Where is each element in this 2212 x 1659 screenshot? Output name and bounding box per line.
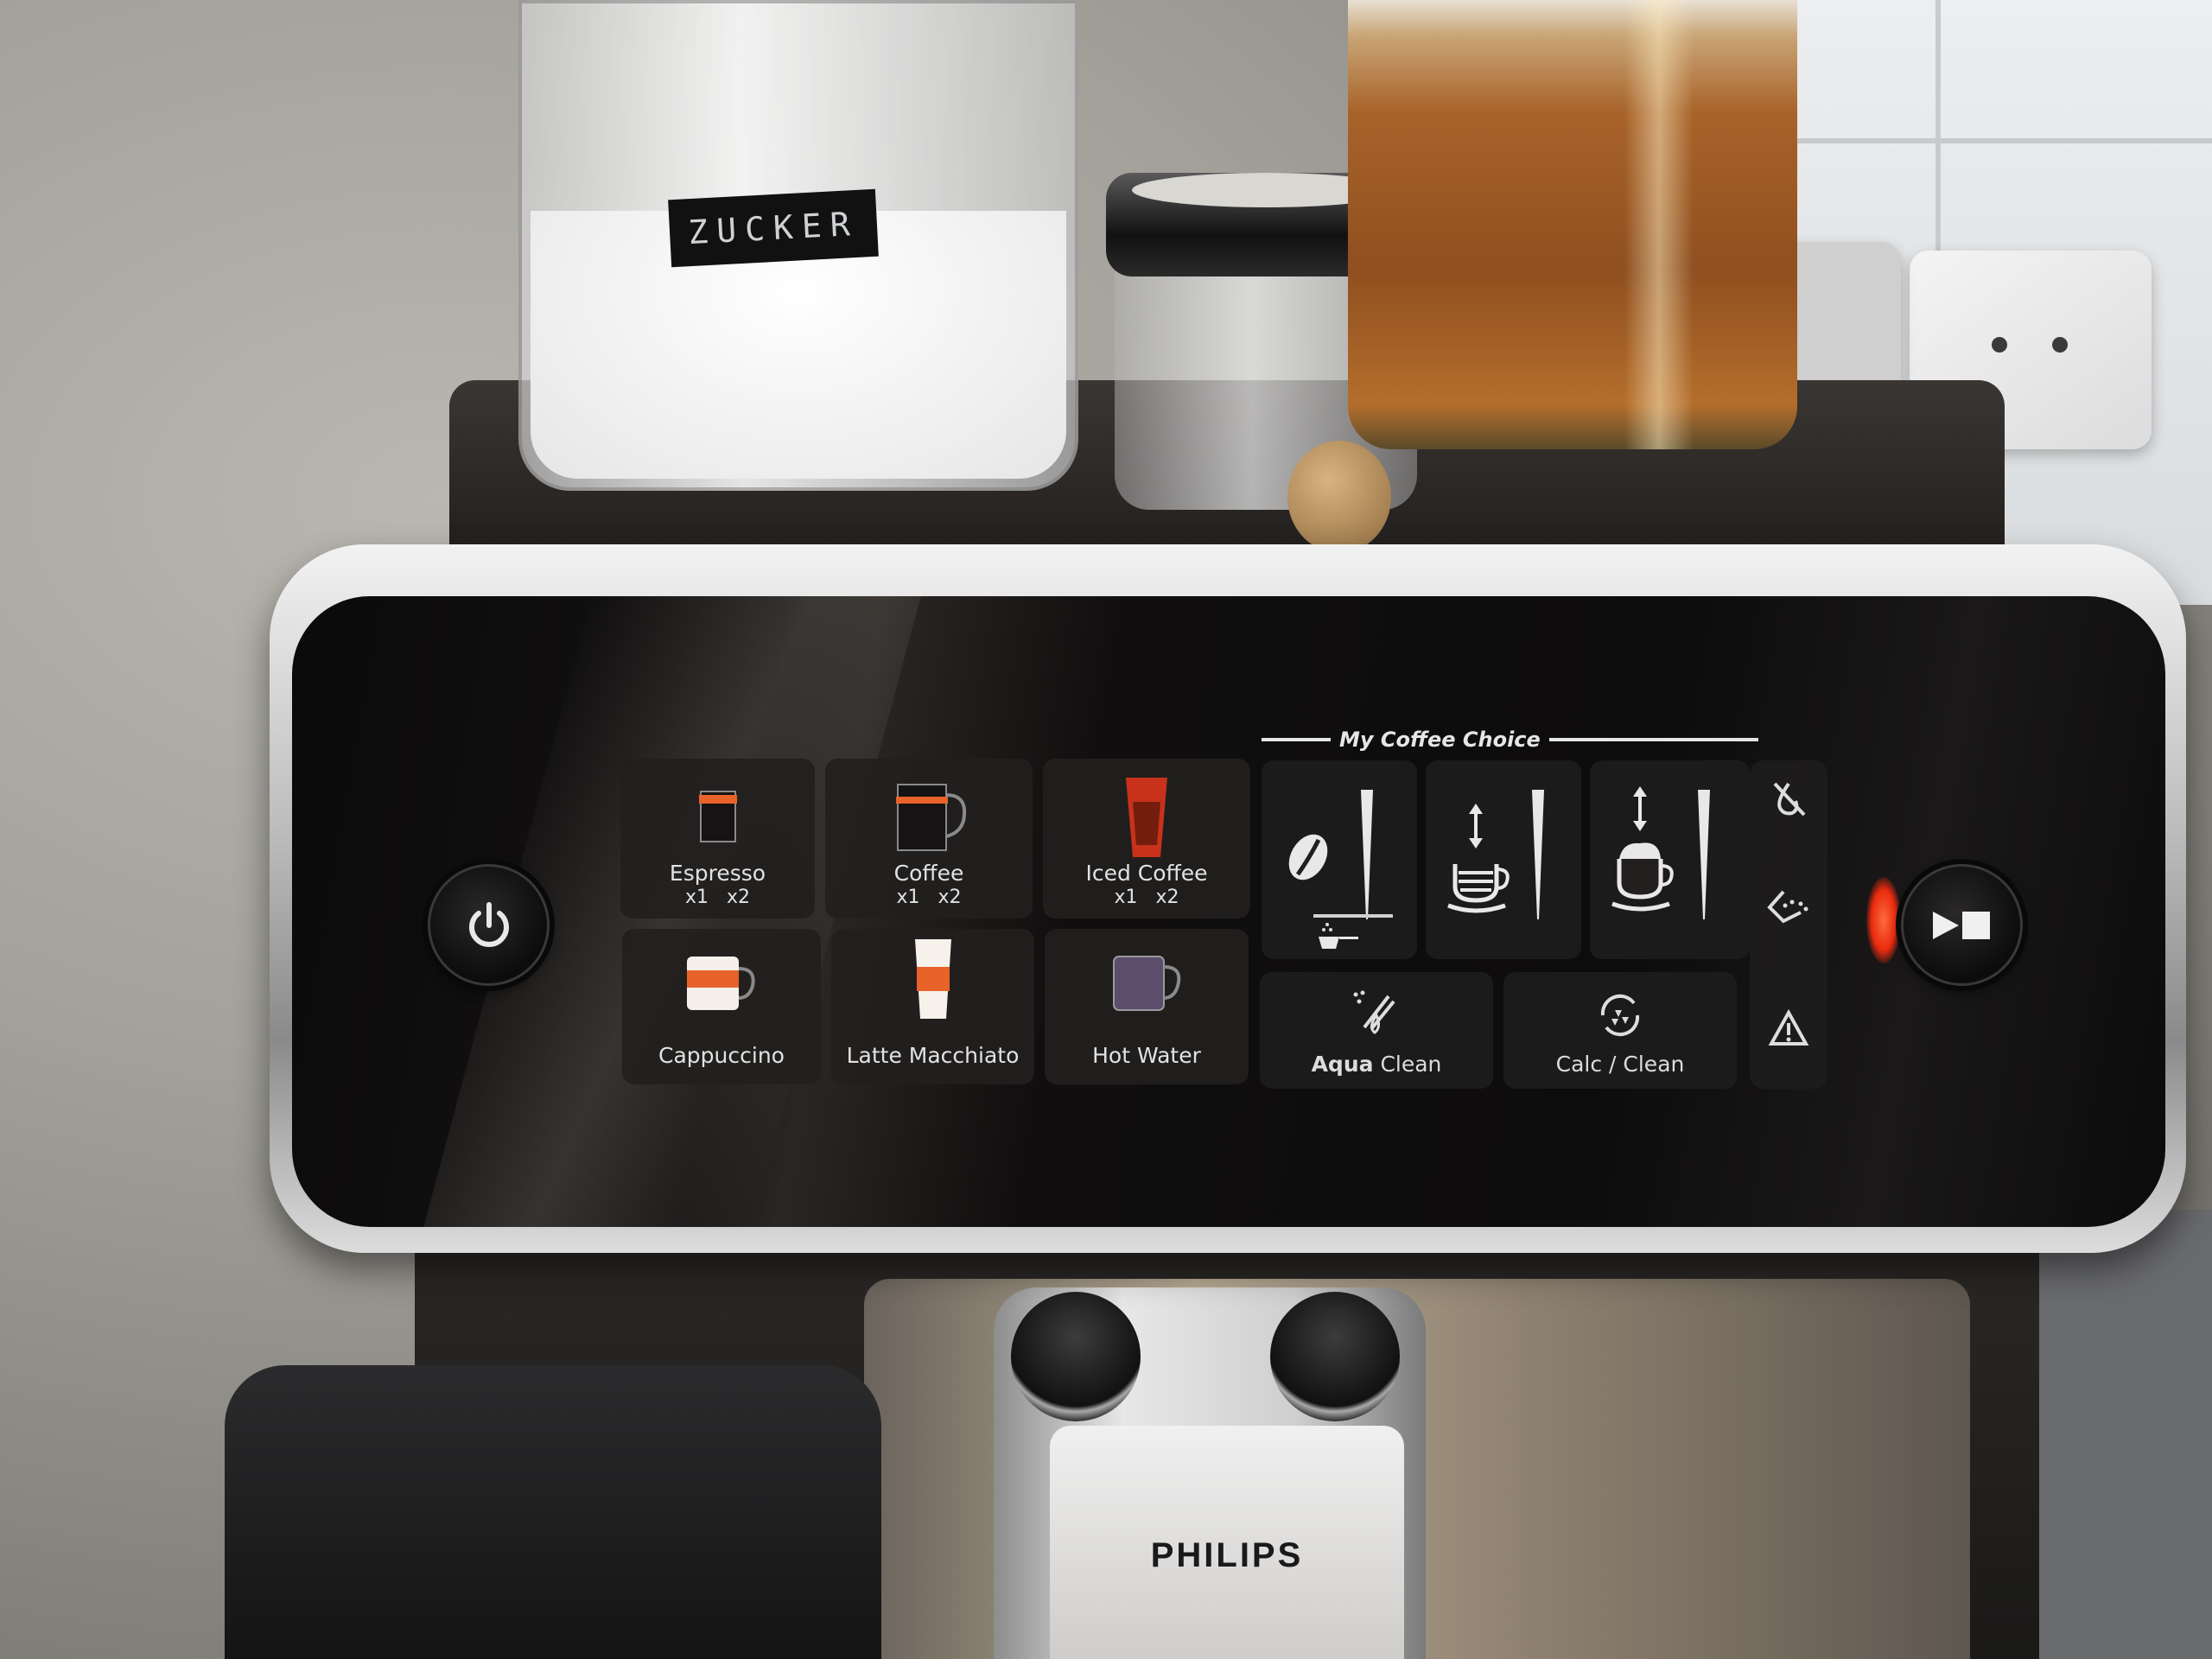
drink-dose[interactable]: x1 x2 bbox=[685, 887, 750, 908]
water-tank-indicator bbox=[1763, 773, 1815, 825]
coffee-jar bbox=[1348, 0, 1797, 449]
calc-clean-label: Calc / Clean bbox=[1555, 1052, 1685, 1077]
latte-macchiato-glass-icon bbox=[914, 939, 951, 1019]
section-title: My Coffee Choice bbox=[1339, 728, 1541, 752]
my-coffee-choice-header: My Coffee Choice bbox=[1262, 724, 1758, 755]
drink-tile-latte-macchiato[interactable]: Latte Macchiato bbox=[831, 929, 1034, 1084]
drink-label: Cappuccino bbox=[658, 1043, 785, 1068]
milk-quantity-tile[interactable] bbox=[1590, 760, 1750, 959]
drink-tile-iced-coffee[interactable]: Iced Coffee x1 x2 bbox=[1043, 759, 1250, 918]
espresso-cup-icon bbox=[698, 791, 737, 842]
label-bold: Aqua bbox=[1311, 1052, 1374, 1077]
water-drop-crossed-icon bbox=[1773, 782, 1806, 817]
strength-setting-tile[interactable] bbox=[1262, 760, 1417, 959]
grounds-container-icon bbox=[1767, 890, 1808, 924]
level-bar bbox=[1698, 790, 1710, 919]
drink-tile-espresso[interactable]: Espresso x1 x2 bbox=[620, 759, 815, 918]
calc-clean-icon bbox=[1600, 994, 1640, 1037]
warning-triangle-icon bbox=[1768, 1009, 1809, 1046]
spout-nozzle bbox=[1270, 1292, 1400, 1421]
level-bar bbox=[1532, 790, 1544, 919]
jar-label: ZUCKER bbox=[668, 188, 879, 268]
cappuccino-cup-icon bbox=[687, 957, 755, 1010]
coffee-quantity-tile[interactable] bbox=[1426, 760, 1581, 959]
drink-label: Iced Coffee bbox=[1085, 861, 1208, 886]
brand-logo: PHILIPS bbox=[1150, 1536, 1304, 1574]
aqua-clean-filter-icon bbox=[1353, 990, 1395, 1034]
power-icon bbox=[468, 901, 509, 947]
coffee-mug-icon bbox=[896, 784, 966, 851]
ground-coffee-scoop-icon bbox=[1319, 923, 1358, 949]
play-stop-icon bbox=[1932, 911, 1990, 939]
aqua-clean-button[interactable]: Aqua Clean bbox=[1260, 972, 1493, 1089]
grounds-container-indicator bbox=[1763, 881, 1815, 933]
drink-label: Latte Macchiato bbox=[846, 1043, 1020, 1068]
drink-label: Hot Water bbox=[1092, 1043, 1201, 1068]
label-rest: Clean bbox=[1373, 1052, 1442, 1077]
divider bbox=[1313, 914, 1393, 918]
hot-water-cup-icon bbox=[1113, 956, 1181, 1011]
drink-tile-cappuccino[interactable]: Cappuccino bbox=[622, 929, 821, 1084]
spout-nozzle bbox=[1011, 1292, 1141, 1421]
drink-label: Coffee bbox=[893, 861, 964, 886]
start-stop-button[interactable] bbox=[1901, 864, 2023, 986]
milk-container bbox=[225, 1365, 881, 1659]
coffee-quantity-icon bbox=[1447, 804, 1510, 913]
drink-label: Espresso bbox=[669, 861, 766, 886]
coffee-bean-icon bbox=[1288, 834, 1328, 880]
milk-quantity-icon bbox=[1611, 786, 1674, 912]
drink-dose[interactable]: x1 x2 bbox=[1114, 887, 1179, 908]
drink-tile-coffee[interactable]: Coffee x1 x2 bbox=[825, 759, 1033, 918]
power-button[interactable] bbox=[428, 864, 550, 986]
warning-indicator bbox=[1763, 1002, 1815, 1054]
level-bar bbox=[1361, 790, 1373, 919]
status-led bbox=[1866, 877, 1901, 963]
drink-tile-hot-water[interactable]: Hot Water bbox=[1045, 929, 1249, 1084]
tile-grout bbox=[1745, 138, 2212, 143]
aqua-clean-label: Aqua Clean bbox=[1312, 1052, 1442, 1077]
calc-clean-button[interactable]: Calc / Clean bbox=[1503, 972, 1737, 1089]
iced-coffee-glass-icon bbox=[1126, 778, 1167, 857]
drink-dose[interactable]: x1 x2 bbox=[896, 887, 961, 908]
